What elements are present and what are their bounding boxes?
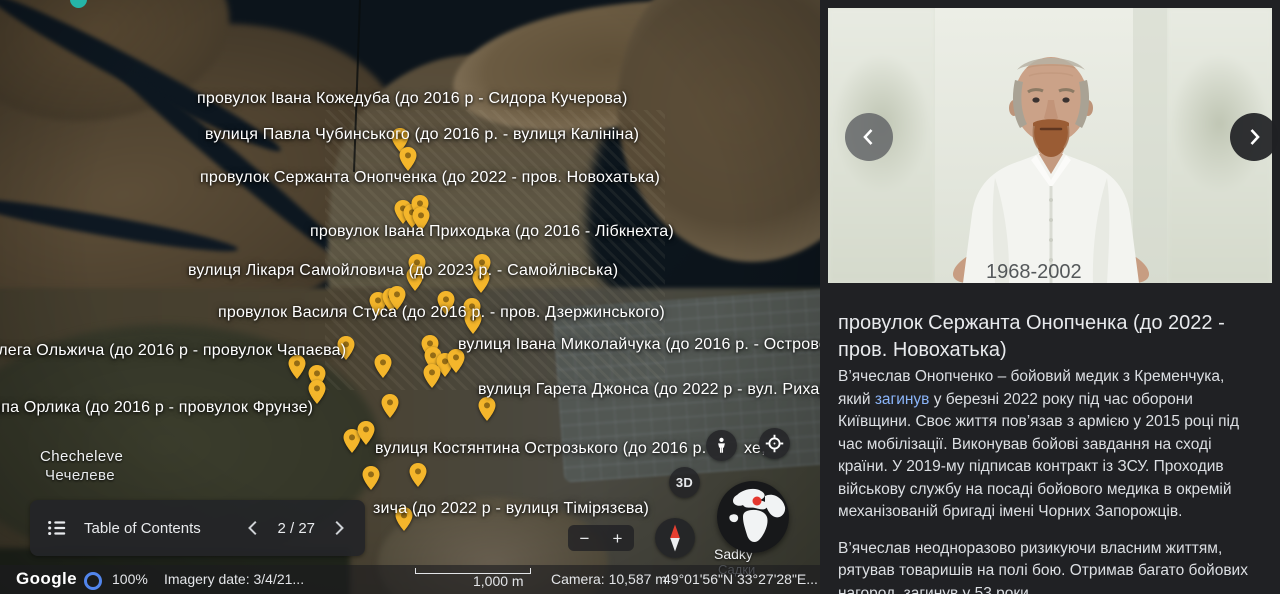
- map-pin[interactable]: [375, 354, 392, 378]
- placemark-title: провулок Сержанта Онопченка (до 2022 - п…: [838, 310, 1262, 364]
- description-paragraph: В’ячеслав Онопченко – бойовий медик з Кр…: [838, 366, 1260, 524]
- map-street-label[interactable]: провулок Івана Приходька (до 2016 - Лібк…: [310, 223, 674, 241]
- previous-photo-button[interactable]: [845, 113, 893, 161]
- next-page-button[interactable]: [327, 517, 349, 539]
- scale-value: 1,000 m: [473, 573, 524, 589]
- map-pin[interactable]: [382, 394, 399, 418]
- paragraph-text: у березні 2022 року під час оборони Київ…: [838, 391, 1239, 521]
- map-pin[interactable]: [358, 421, 375, 445]
- page-indicator: 2 / 27: [277, 520, 315, 537]
- next-photo-button[interactable]: [1230, 113, 1278, 161]
- stream-progress-value: 100%: [112, 571, 148, 587]
- map-street-label[interactable]: вулиця Олега Ольжича (до 2016 р - провул…: [0, 342, 346, 360]
- map-street-label[interactable]: вулиця Костянтина Острозького (до 2016 р…: [375, 440, 706, 458]
- map-pin[interactable]: [410, 463, 427, 487]
- stream-progress-icon: [84, 572, 102, 590]
- map-place-label-en: Checheleve: [40, 448, 123, 465]
- map-street-label[interactable]: провулок Сержанта Онопченка (до 2022 - п…: [200, 169, 660, 187]
- map-pin[interactable]: [363, 466, 380, 490]
- target-icon: [765, 434, 784, 453]
- pegman-icon: [713, 437, 730, 454]
- placemark-description: В’ячеслав Онопченко – бойовий медик з Кр…: [838, 366, 1260, 594]
- chevron-left-icon: [857, 125, 881, 149]
- map-place-label-ua: Чечелеве: [45, 467, 115, 484]
- camera-altitude: Camera: 10,587 m: [551, 571, 667, 587]
- photo-caption-years: 1968-2002: [986, 261, 1082, 283]
- photo-carousel: 1968-2002: [828, 8, 1272, 283]
- map-pin[interactable]: [424, 364, 441, 388]
- placemark-detail-panel: 1968-2002 провулок Сержанта Онопченка (д…: [820, 0, 1280, 594]
- toc-title: Table of Contents: [84, 520, 243, 537]
- portrait-photo: [935, 8, 1167, 283]
- chevron-right-icon: [1242, 125, 1266, 149]
- map-street-label[interactable]: зича (до 2022 р - вулиця Тімірязєва): [373, 500, 649, 518]
- compass-button[interactable]: [655, 518, 695, 558]
- map-street-label[interactable]: вулиця Павла Чубинського (до 2016 р. - в…: [205, 126, 639, 144]
- google-earth-window: провулок Івана Кожедуба (до 2016 р - Сид…: [0, 0, 1280, 594]
- map-pin[interactable]: [479, 397, 496, 421]
- map-pin[interactable]: [400, 147, 417, 171]
- globe-overview-button[interactable]: [717, 481, 789, 553]
- pegman-streetview-button[interactable]: [706, 430, 737, 461]
- coordinates: 49°01'56"N 33°27'28"E...: [663, 571, 818, 587]
- 3d-label: 3D: [676, 475, 693, 490]
- map-street-label[interactable]: провулок Василя Стуса (до 2016 р. - пров…: [218, 304, 665, 322]
- map-status-bar: Google 100% Imagery date: 3/4/21... 1,00…: [0, 565, 820, 594]
- google-logo: Google: [16, 569, 77, 589]
- map-street-label[interactable]: вулиця Івана Миколайчука (до 2016 р. - О…: [458, 336, 820, 354]
- map-street-label[interactable]: вулиця Гарета Джонса (до 2022 р - вул. Р…: [478, 381, 820, 399]
- map-viewport[interactable]: провулок Івана Кожедуба (до 2016 р - Сид…: [0, 0, 820, 594]
- my-location-button[interactable]: [759, 428, 790, 459]
- zoom-controls: − +: [568, 525, 634, 551]
- map-street-label[interactable]: вулиця Лікаря Самойловича (до 2023 р. - …: [188, 262, 618, 280]
- compass-needle-icon: [655, 518, 695, 558]
- list-icon[interactable]: [46, 517, 68, 539]
- 3d-toggle-button[interactable]: 3D: [669, 467, 700, 498]
- map-street-label[interactable]: провулок Івана Кожедуба (до 2016 р - Сид…: [197, 90, 628, 108]
- table-of-contents-bar[interactable]: Table of Contents 2 / 27: [30, 500, 365, 556]
- description-paragraph: В’ячеслав неодноразово ризикуючи власним…: [838, 538, 1260, 594]
- casualty-link[interactable]: загинув: [875, 391, 930, 408]
- imagery-date: Imagery date: 3/4/21...: [164, 571, 304, 587]
- globe-icon: [717, 481, 789, 553]
- zoom-out-button[interactable]: −: [568, 525, 601, 551]
- map-street-label[interactable]: вулиця Пилипа Орлика (до 2016 р - провул…: [0, 399, 313, 417]
- map-scale: 1,000 m: [415, 567, 531, 574]
- previous-page-button[interactable]: [243, 517, 265, 539]
- zoom-in-button[interactable]: +: [601, 525, 634, 551]
